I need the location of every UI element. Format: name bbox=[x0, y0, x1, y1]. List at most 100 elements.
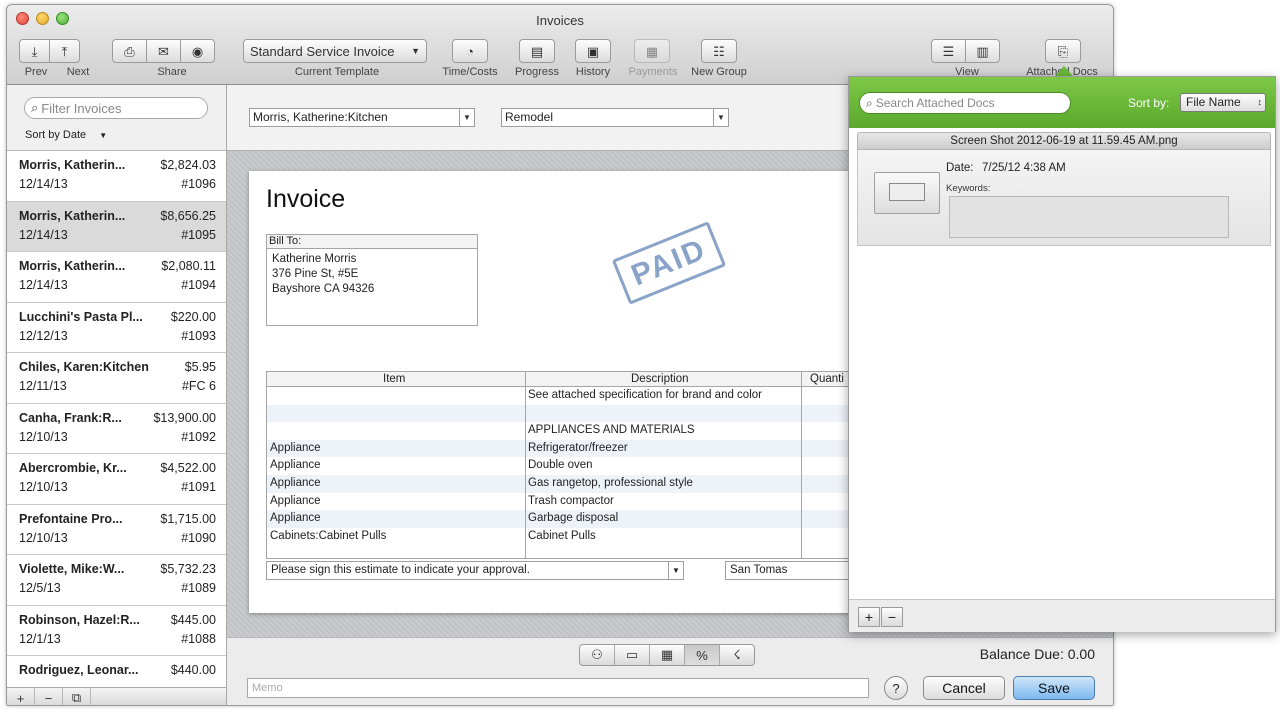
line-item-description: Refrigerator/freezer bbox=[528, 441, 628, 454]
prev-button[interactable]: ⤓ bbox=[19, 39, 50, 63]
invoice-amount: $8,656.25 bbox=[160, 208, 216, 223]
remove-invoice-button[interactable]: − bbox=[35, 688, 63, 705]
bill-to-box[interactable]: Bill To: Katherine Morris 376 Pine St, #… bbox=[266, 234, 478, 326]
sort-by-label: Sort by: bbox=[1128, 96, 1170, 110]
view-list-button[interactable]: ☰ bbox=[931, 39, 966, 63]
line-item-item: Appliance bbox=[270, 476, 321, 489]
attached-docs-button[interactable]: ⎘ bbox=[1045, 39, 1081, 63]
line-item-description: Cabinet Pulls bbox=[528, 529, 596, 542]
invoice-customer-name: Violette, Mike:W... bbox=[19, 562, 125, 576]
line-item-description: Garbage disposal bbox=[528, 512, 619, 525]
invoice-date: 12/5/13 bbox=[19, 581, 61, 595]
window-title: Invoices bbox=[536, 13, 584, 28]
invoice-list-item[interactable]: Lucchini's Pasta Pl... $220.00 12/12/13 #10… bbox=[7, 302, 226, 353]
bill-to-line: Katherine Morris bbox=[272, 253, 357, 265]
payments-button[interactable]: ▦ bbox=[634, 39, 670, 63]
time-costs-button[interactable]: ◔ bbox=[452, 39, 488, 63]
invoice-list-item[interactable]: Canha, Frank:R... $13,900.00 12/10/13 #1092 bbox=[7, 403, 226, 454]
preview-button[interactable]: ◉ bbox=[180, 39, 215, 63]
line-item-row[interactable]: Appliance Refrigerator/freezer bbox=[267, 439, 869, 458]
line-items-table: Item Description Quanti See attached spe… bbox=[266, 371, 869, 559]
invoice-number: #FC 6 bbox=[181, 379, 216, 393]
line-item-row[interactable]: Appliance Garbage disposal bbox=[267, 510, 869, 528]
line-item-description: Double oven bbox=[528, 459, 593, 472]
sort-by-select[interactable]: File Name ↕ bbox=[1180, 93, 1266, 112]
line-item-row[interactable]: Appliance Gas rangetop, professional styl… bbox=[267, 474, 869, 493]
print-button[interactable]: ⎙ bbox=[112, 39, 147, 63]
envelope-icon: ✉ bbox=[158, 43, 169, 59]
line-item-description: APPLIANCES AND MATERIALS bbox=[528, 424, 695, 437]
flash-tool-button[interactable]: ☇ bbox=[720, 645, 754, 665]
customer-message-combo[interactable]: Please sign this estimate to indicate yo… bbox=[266, 561, 684, 580]
attached-doc-card: Date: 7/25/12 4:38 AM Keywords: bbox=[857, 150, 1271, 246]
progress-label: Progress bbox=[514, 66, 560, 78]
save-button[interactable]: Save bbox=[1013, 676, 1095, 700]
invoice-date: 12/10/13 bbox=[19, 480, 68, 494]
filter-placeholder: Filter Invoices bbox=[41, 100, 122, 116]
view-detail-button[interactable]: ▥ bbox=[965, 39, 1000, 63]
cancel-button[interactable]: Cancel bbox=[923, 676, 1005, 700]
line-items-header: Item Description Quanti bbox=[267, 372, 869, 387]
invoice-list-item[interactable]: Violette, Mike:W... $5,732.23 12/5/13 #1089 bbox=[7, 555, 226, 606]
line-item-row[interactable]: Appliance Trash compactor bbox=[267, 493, 869, 511]
invoice-date: 12/10/13 bbox=[19, 429, 68, 444]
invoice-list-item[interactable]: Morris, Katherin... $2,824.03 12/14/13 #109… bbox=[7, 151, 226, 202]
invoice-list-item[interactable]: Prefontaine Pro... $1,715.00 12/10/13 #1090 bbox=[7, 504, 226, 555]
help-button[interactable]: ? bbox=[884, 676, 908, 700]
invoice-list-item[interactable]: Robinson, Hazel:R... $445.00 12/1/13 #1088 bbox=[7, 605, 226, 656]
invoice-number: #1088 bbox=[181, 631, 216, 646]
invoice-amount: $4,522.00 bbox=[160, 461, 216, 475]
invoice-number: #1091 bbox=[181, 480, 216, 494]
remove-doc-button[interactable]: − bbox=[881, 607, 903, 627]
invoice-list-sidebar: ⌕ Filter Invoices Sort by Date ▼ Morris,… bbox=[7, 85, 227, 705]
invoice-list-item[interactable]: Abercrombie, Kr... $4,522.00 12/10/13 #1091 bbox=[7, 454, 226, 505]
vendor-tool-button[interactable]: ▭ bbox=[615, 645, 650, 665]
next-button[interactable]: ⤒ bbox=[49, 39, 80, 63]
class-combo[interactable]: Remodel ▼ bbox=[501, 108, 729, 127]
doc-keywords-field[interactable] bbox=[949, 196, 1229, 238]
invoice-number: #1095 bbox=[181, 227, 216, 242]
invoice-list-item[interactable]: Morris, Katherin... $8,656.25 12/14/13 #109… bbox=[7, 201, 226, 252]
line-item-item: Appliance bbox=[270, 459, 321, 472]
thumbnail-image-icon bbox=[889, 183, 925, 201]
add-doc-button[interactable]: + bbox=[858, 607, 880, 627]
lightning-icon: ☇ bbox=[733, 647, 741, 662]
current-template-label: Current Template bbox=[294, 66, 380, 78]
sort-by-date-select[interactable]: Sort by Date ▼ bbox=[25, 129, 107, 141]
eye-icon: ◉ bbox=[191, 43, 204, 59]
attached-docs-header: ⌕ Search Attached Docs Sort by: File Nam… bbox=[849, 77, 1275, 128]
email-button[interactable]: ✉ bbox=[146, 39, 181, 63]
line-item-row[interactable]: APPLIANCES AND MATERIALS bbox=[267, 422, 869, 440]
template-value: Standard Service Invoice bbox=[250, 43, 395, 59]
invoice-list-item[interactable]: Morris, Katherin... $2,080.11 12/14/13 #109… bbox=[7, 252, 226, 303]
invoice-customer-name: Morris, Katherin... bbox=[19, 158, 126, 172]
new-group-button[interactable]: ☷ bbox=[701, 39, 737, 63]
history-button[interactable]: ▣ bbox=[575, 39, 611, 63]
column-divider bbox=[801, 372, 802, 558]
invoice-amount: $440.00 bbox=[170, 663, 216, 677]
attached-doc-filename[interactable]: Screen Shot 2012-06-19 at 11.59.45 AM.pn… bbox=[857, 132, 1271, 150]
calculator-tool-button[interactable]: ▦ bbox=[650, 645, 685, 665]
add-invoice-button[interactable]: + bbox=[7, 688, 35, 705]
document-thumbnail[interactable] bbox=[874, 172, 940, 214]
filter-invoices-input[interactable]: ⌕ Filter Invoices bbox=[24, 97, 208, 119]
progress-button[interactable]: ▤ bbox=[519, 39, 555, 63]
line-item-row[interactable]: Appliance Double oven bbox=[267, 457, 869, 475]
invoice-amount: $220.00 bbox=[170, 309, 216, 324]
line-item-row[interactable] bbox=[267, 404, 869, 423]
duplicate-icon[interactable]: ⧉ bbox=[63, 688, 91, 705]
discount-tool-button[interactable]: % bbox=[685, 645, 720, 665]
line-item-row[interactable]: See attached specification for brand and… bbox=[267, 387, 869, 405]
line-item-row[interactable]: Cabinets:Cabinet Pulls Cabinet Pulls bbox=[267, 528, 869, 546]
memo-input[interactable]: Memo bbox=[247, 678, 869, 698]
search-attached-docs-input[interactable]: ⌕ Search Attached Docs bbox=[859, 92, 1071, 114]
bill-to-label: Bill To: bbox=[267, 235, 477, 249]
invoice-amount: $2,824.03 bbox=[160, 158, 216, 172]
template-select[interactable]: Standard Service Invoice ▼ bbox=[243, 39, 427, 63]
invoice-date: 12/10/13 bbox=[19, 530, 68, 545]
customer-combo[interactable]: Morris, Katherine:Kitchen ▼ bbox=[249, 108, 475, 127]
calculator-icon: ▦ bbox=[660, 647, 674, 662]
customer-tool-button[interactable]: ⚇ bbox=[580, 645, 615, 665]
invoice-list-item[interactable]: Chiles, Karen:Kitchen $5.95 12/11/13 #FC 6 bbox=[7, 353, 226, 404]
invoice-date: 12/12/13 bbox=[19, 328, 68, 343]
